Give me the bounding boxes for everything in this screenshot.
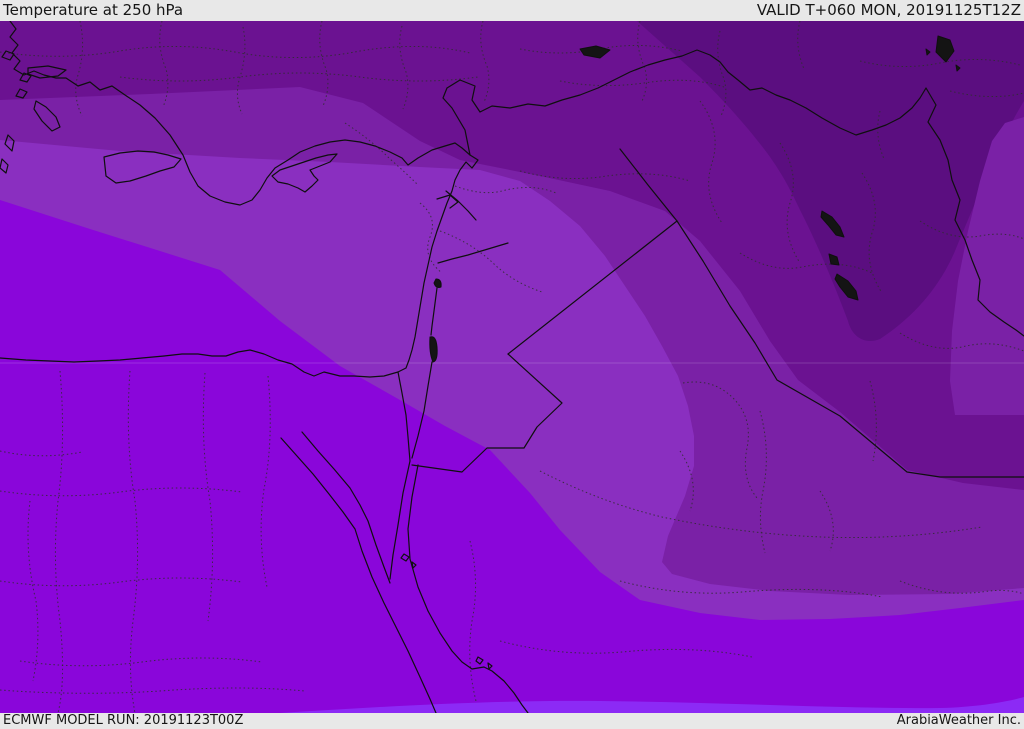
footer-bar: ECMWF MODEL RUN: 20191123T00Z ArabiaWeat… <box>0 713 1024 729</box>
header-bar: Temperature at 250 hPa VALID T+060 MON, … <box>0 0 1024 21</box>
map-title: Temperature at 250 hPa <box>3 1 184 19</box>
validity-label: VALID T+060 MON, 20191125T12Z <box>756 1 1021 19</box>
weather-map <box>0 21 1024 713</box>
model-run-label: ECMWF MODEL RUN: 20191123T00Z <box>3 713 244 728</box>
weather-map-page: Temperature at 250 hPa VALID T+060 MON, … <box>0 0 1024 729</box>
map-area <box>0 21 1024 713</box>
brand-label: ArabiaWeather Inc. <box>896 713 1021 728</box>
